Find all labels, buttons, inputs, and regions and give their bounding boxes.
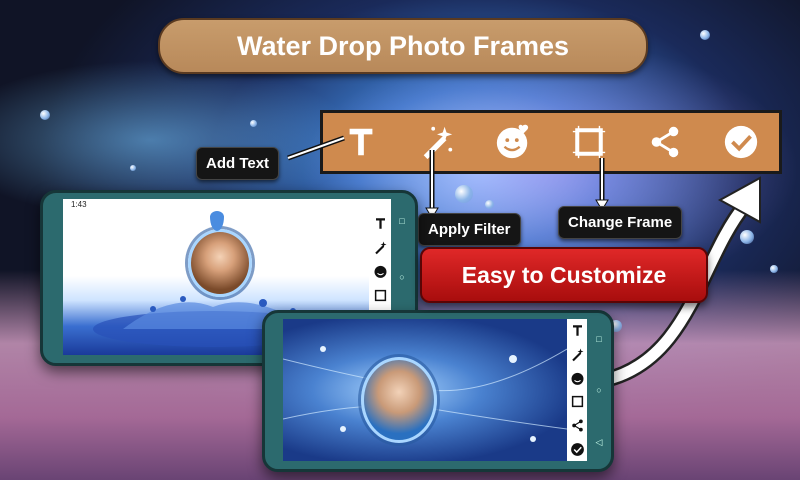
frame-icon[interactable] <box>569 122 609 162</box>
change-frame-callout: Change Frame <box>558 206 683 239</box>
phone2-canvas <box>283 319 567 461</box>
phone2-nav-bar: □ ○ ◁ <box>588 313 610 469</box>
frame-icon[interactable] <box>569 394 585 410</box>
recent-apps-icon[interactable]: □ <box>596 334 601 344</box>
phone1-status-time: 1:43 <box>71 200 87 209</box>
text-icon[interactable] <box>569 323 585 339</box>
home-icon[interactable]: ○ <box>399 272 404 282</box>
add-text-label: Add Text <box>206 155 270 172</box>
home-icon[interactable]: ○ <box>596 385 601 395</box>
editing-toolbar <box>320 110 782 174</box>
easy-to-customize-label: Easy to Customize <box>461 261 667 288</box>
change-frame-label: Change Frame <box>568 214 673 231</box>
apply-filter-callout: Apply Filter <box>418 213 521 246</box>
phone1-drop-photo-frame[interactable] <box>188 229 252 297</box>
apply-filter-label: Apply Filter <box>428 221 511 238</box>
magic-wand-icon[interactable] <box>372 239 388 255</box>
magic-wand-icon[interactable] <box>417 122 457 162</box>
phone1-status-bar: 1:43 <box>63 199 391 211</box>
check-icon[interactable] <box>721 122 761 162</box>
add-text-callout: Add Text <box>196 147 280 180</box>
phone2-screen <box>283 319 587 461</box>
sticker-icon[interactable] <box>569 370 585 386</box>
back-icon[interactable]: ◁ <box>596 437 603 448</box>
check-icon[interactable] <box>569 441 585 457</box>
share-icon[interactable] <box>569 417 585 433</box>
recent-apps-icon[interactable]: □ <box>399 216 404 226</box>
page-title: Water Drop Photo Frames <box>236 30 570 61</box>
phone2-drop-photo-frame[interactable] <box>361 357 437 443</box>
frame-icon[interactable] <box>372 287 388 303</box>
sticker-icon[interactable] <box>372 263 388 279</box>
phone-mockup-2: □ ○ ◁ <box>262 310 614 472</box>
easy-to-customize-banner: Easy to Customize <box>420 247 708 303</box>
share-icon[interactable] <box>645 122 685 162</box>
text-icon[interactable] <box>372 215 388 231</box>
magic-wand-icon[interactable] <box>569 346 585 362</box>
phone2-tool-sidebar <box>567 319 587 461</box>
text-icon[interactable] <box>341 122 381 162</box>
title-banner: Water Drop Photo Frames <box>158 18 648 74</box>
sticker-icon[interactable] <box>493 122 533 162</box>
